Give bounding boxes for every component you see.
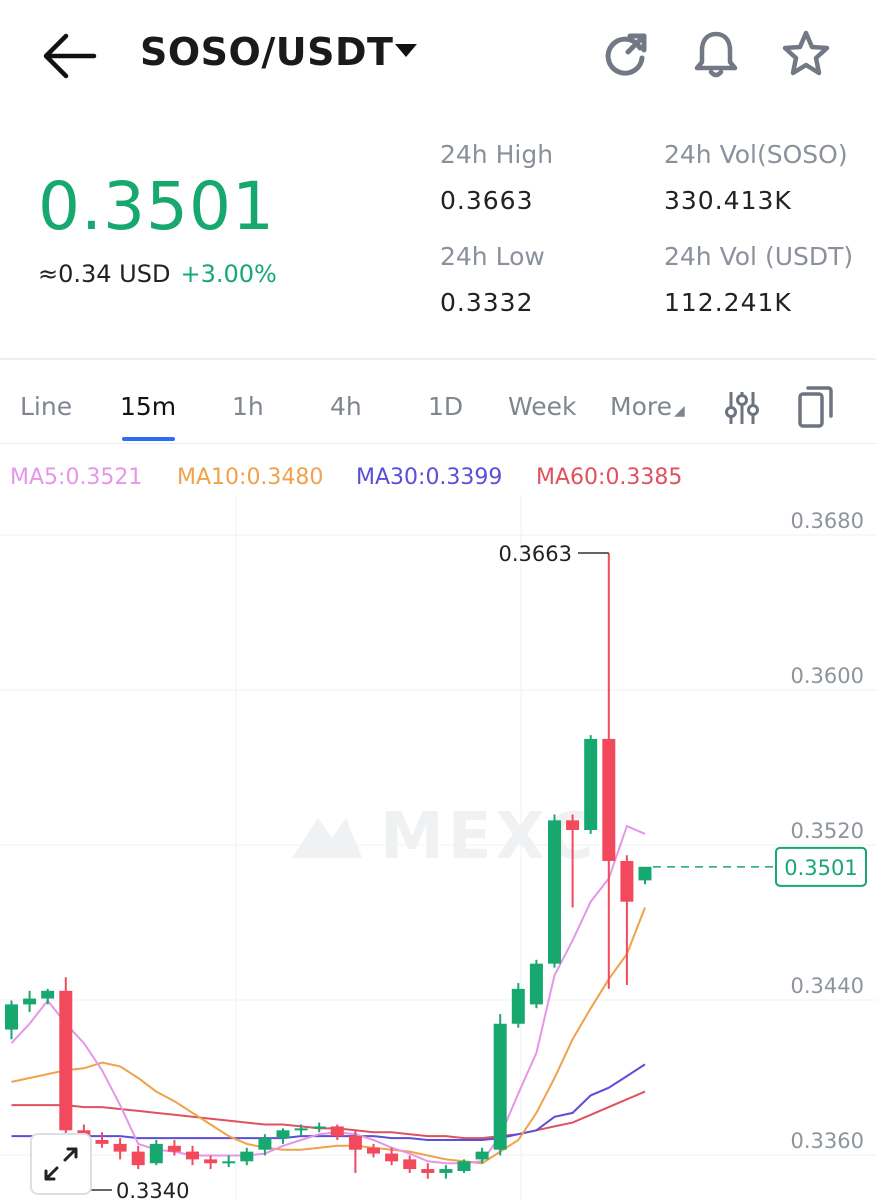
candle-body (113, 1143, 127, 1152)
last-price: 0.3501 (38, 168, 275, 245)
candle-body (5, 1004, 18, 1030)
tabs-divider (0, 443, 876, 444)
max-price-label: 0.3663 (499, 542, 572, 566)
candle-body (204, 1159, 218, 1164)
trading-pair-title[interactable]: SOSO/USDT (140, 30, 393, 74)
candle-body (457, 1161, 471, 1171)
expand-icon (44, 1147, 78, 1181)
candle-body (620, 861, 634, 902)
candle-body (367, 1147, 380, 1154)
watermark-logo-text: MEXC (380, 800, 597, 874)
tab-4h[interactable]: 4h (330, 392, 362, 421)
ma10-legend: MA10:0.3480 (177, 465, 324, 490)
candle-body (602, 738, 616, 861)
candle-body (240, 1151, 254, 1162)
approx-usd: ≈0.34 USD (38, 260, 171, 288)
vol-quote-value: 112.241K (664, 288, 792, 317)
low-value: 0.3332 (440, 288, 534, 317)
candle-body (548, 820, 561, 964)
price-change-percent: +3.00% (180, 260, 277, 288)
high-label: 24h High (440, 140, 554, 169)
low-label: 24h Low (440, 242, 545, 271)
candle-body (475, 1151, 489, 1160)
back-arrow-icon[interactable] (40, 28, 100, 84)
vol-quote-label: 24h Vol (USDT) (664, 242, 854, 271)
price-usd-equivalent: ≈0.34 USD +3.00% (38, 260, 277, 288)
vol-base-label: 24h Vol(SOSO) (664, 140, 848, 169)
tab-line[interactable]: Line (20, 392, 72, 421)
candle-body (95, 1140, 109, 1144)
candle-body (385, 1153, 399, 1162)
candle-body (439, 1169, 453, 1173)
candle-body (222, 1161, 236, 1164)
candle-body (23, 998, 37, 1005)
high-value: 0.3663 (440, 186, 534, 215)
tab-week[interactable]: Week (508, 392, 577, 421)
tab-1h[interactable]: 1h (232, 392, 264, 421)
tab-1d[interactable]: 1D (428, 392, 463, 421)
candlestick-chart[interactable]: 0.3680 0.3600 0.3520 0.3440 0.3360 MEXC 0.3663… (0, 495, 876, 1200)
section-divider (0, 358, 876, 360)
candle-body (529, 963, 543, 1005)
star-icon[interactable] (780, 28, 832, 80)
refresh-icon[interactable] (600, 28, 652, 80)
candle-body (41, 990, 55, 999)
candle-body (294, 1128, 308, 1131)
candle-body (149, 1143, 163, 1164)
min-price-label: 0.3340 (116, 1179, 189, 1200)
vol-base-value: 330.413K (664, 186, 792, 215)
copy-layout-icon[interactable] (796, 384, 836, 430)
candle-body (131, 1151, 145, 1166)
candle-body (403, 1159, 417, 1170)
watermark-logo-icon (292, 818, 362, 858)
y-tick-label: 0.3520 (791, 819, 864, 843)
caret-down-icon[interactable] (395, 44, 417, 57)
active-tab-indicator (122, 437, 175, 441)
indicator-settings-icon[interactable] (722, 388, 762, 428)
candle-body (276, 1130, 290, 1139)
candle-body (638, 866, 652, 881)
candle-body (566, 820, 580, 830)
more-caret-icon: ◢ (673, 403, 685, 419)
ma5-legend: MA5:0.3521 (10, 465, 143, 490)
ma60-line (11, 1090, 646, 1140)
y-tick-label: 0.3680 (791, 509, 864, 533)
candle-body (584, 738, 598, 830)
candle-body (421, 1169, 435, 1173)
y-tick-label: 0.3360 (791, 1129, 864, 1153)
candle-body (186, 1151, 199, 1160)
y-tick-label: 0.3440 (791, 974, 864, 998)
tab-15m[interactable]: 15m (120, 392, 176, 421)
candle-body (312, 1126, 326, 1129)
candle-body (511, 988, 525, 1024)
candle-body (167, 1145, 181, 1152)
top-bar: SOSO/USDT (0, 0, 876, 115)
current-price-label: 0.3501 (784, 856, 857, 880)
bell-icon[interactable] (690, 28, 742, 80)
candle-body (493, 1023, 507, 1150)
ma60-legend: MA60:0.3385 (536, 465, 683, 490)
y-tick-label: 0.3600 (791, 664, 864, 688)
tab-more[interactable]: More ◢ (610, 392, 685, 421)
candle-body (348, 1136, 362, 1150)
expand-chart-button[interactable] (30, 1133, 92, 1195)
candle-body (330, 1126, 344, 1137)
candle-body (59, 990, 73, 1131)
tab-more-label: More (610, 392, 672, 421)
ma30-legend: MA30:0.3399 (356, 465, 503, 490)
candle-body (258, 1138, 272, 1150)
